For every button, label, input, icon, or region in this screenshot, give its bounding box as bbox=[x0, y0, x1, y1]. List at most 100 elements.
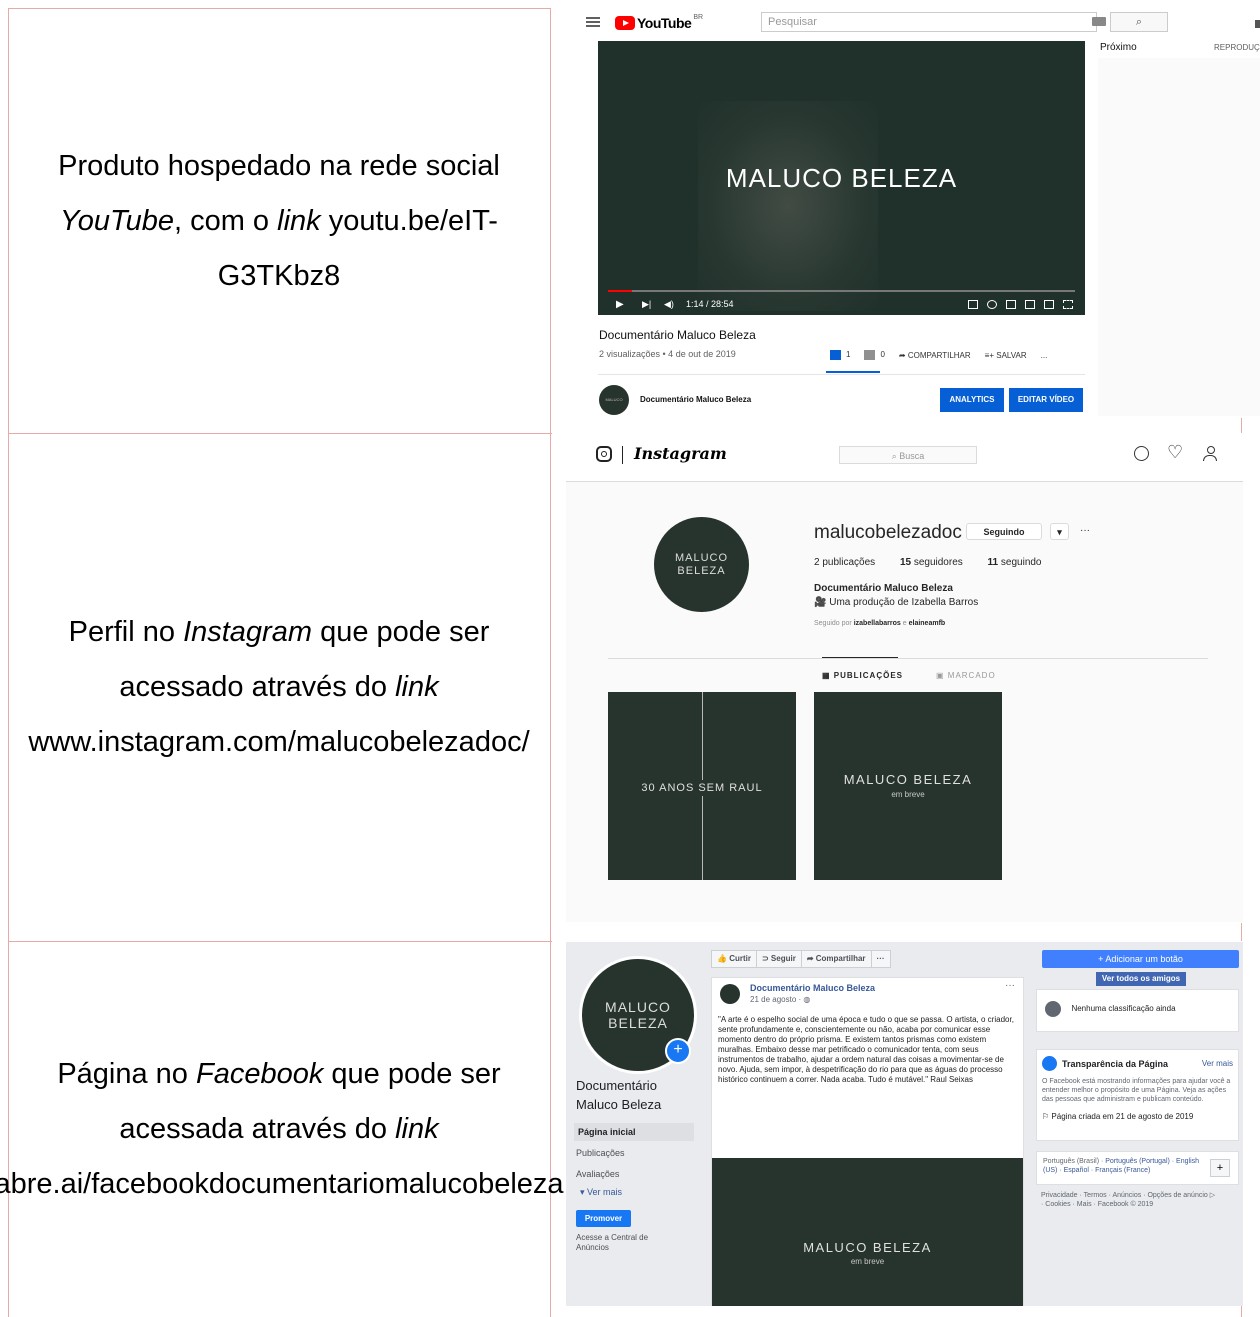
nav-see-more[interactable]: ▾ Ver mais bbox=[580, 1187, 622, 1198]
play-icon[interactable]: ▶ bbox=[616, 299, 624, 310]
page-created-text: Página criada em 21 de agosto de 2019 bbox=[1051, 1112, 1194, 1121]
follow-button[interactable]: ⊃ Seguir bbox=[755, 950, 802, 968]
options-icon[interactable]: ··· bbox=[1080, 525, 1090, 536]
youtube-search-input[interactable]: Pesquisar bbox=[761, 12, 1097, 32]
instagram-camera-icon[interactable] bbox=[596, 446, 612, 462]
tab-posts[interactable]: ▦ PUBLICAÇÕES bbox=[822, 671, 903, 680]
transparency-see-more[interactable]: Ver mais bbox=[1202, 1059, 1233, 1068]
dislike-button[interactable]: 0 bbox=[864, 350, 885, 360]
youtube-search-button[interactable]: ⌕ bbox=[1110, 12, 1168, 32]
channel-name[interactable]: Documentário Maluco Beleza bbox=[640, 395, 751, 404]
row-3-description: Página no Facebook que pode ser acessada… bbox=[0, 942, 564, 1317]
more-options-button[interactable]: ··· bbox=[870, 950, 891, 968]
profile-icon[interactable] bbox=[1203, 446, 1218, 462]
followed-by-user-1[interactable]: izabellabarros bbox=[854, 620, 901, 627]
search-icon: ⌕ bbox=[1135, 16, 1143, 28]
edit-video-button[interactable]: EDITAR VÍDEO bbox=[1009, 388, 1083, 412]
promote-button[interactable]: Promover bbox=[576, 1210, 631, 1227]
more-actions-button[interactable]: ... bbox=[1041, 351, 1048, 360]
youtube-logo[interactable]: YouTube BR bbox=[615, 14, 703, 32]
video-overlay-title: MALUCO BELEZA bbox=[725, 163, 958, 193]
description-fragment: link bbox=[395, 1113, 439, 1145]
like-page-button[interactable]: 👍 Curtir bbox=[711, 950, 757, 968]
share-page-button[interactable]: ➦ Compartilhar bbox=[800, 950, 872, 968]
autoplay-label[interactable]: REPRODUÇ bbox=[1214, 43, 1260, 52]
nav-reviews[interactable]: Avaliações bbox=[576, 1169, 619, 1179]
facebook-screenshot: MALUCO BELEZA + Documentário Maluco Belez… bbox=[566, 942, 1243, 1306]
menu-icon[interactable] bbox=[586, 17, 600, 28]
compass-icon[interactable] bbox=[1134, 446, 1149, 461]
divider bbox=[598, 374, 1085, 375]
camera-emoji-icon: 🎥 bbox=[814, 597, 830, 608]
post-options-button[interactable]: ··· bbox=[1005, 980, 1015, 991]
volume-icon[interactable]: ◀) bbox=[664, 299, 674, 310]
following-button[interactable]: Seguindo bbox=[966, 523, 1042, 540]
speech-bubble-icon bbox=[1045, 1000, 1061, 1017]
see-all-friends-button[interactable]: Ver todos os amigos bbox=[1096, 972, 1186, 986]
cast-screen-icon[interactable] bbox=[1044, 300, 1054, 309]
see-more-label: Ver mais bbox=[587, 1187, 623, 1197]
like-count: 1 bbox=[846, 350, 851, 360]
add-language-button[interactable]: + bbox=[1210, 1159, 1230, 1177]
post-thumbnail-2[interactable]: MALUCO BELEZA em breve bbox=[814, 692, 1002, 880]
fullscreen-icon[interactable] bbox=[1063, 300, 1073, 309]
ads-center-link[interactable]: Acesse a Central de Anúncios bbox=[576, 1233, 676, 1253]
profile-bio: 🎥 Uma produção de Izabella Barros bbox=[814, 597, 978, 608]
nav-home[interactable]: Página inicial bbox=[574, 1123, 694, 1141]
following-label: seguindo bbox=[1000, 557, 1042, 568]
bio-text: Uma produção de Izabella Barros bbox=[829, 597, 979, 608]
analytics-button[interactable]: ANALYTICS bbox=[940, 388, 1004, 412]
share-label: COMPARTILHAR bbox=[907, 350, 971, 360]
video-title: Documentário Maluco Beleza bbox=[599, 328, 756, 342]
fb-avatar-line-2: BELEZA bbox=[608, 1015, 668, 1031]
heart-icon[interactable]: ♡ bbox=[1167, 442, 1183, 463]
theater-icon[interactable] bbox=[1025, 300, 1035, 309]
save-button[interactable]: ≡+ SALVAR bbox=[985, 351, 1027, 360]
thumbs-up-icon: 👍 bbox=[717, 954, 730, 963]
channel-avatar[interactable]: MALUCO BELEZA bbox=[599, 385, 629, 415]
add-photo-icon[interactable]: + bbox=[665, 1038, 691, 1064]
followers-count[interactable]: 15 seguidores bbox=[900, 557, 963, 568]
video-progress-bar[interactable] bbox=[608, 290, 1075, 292]
post-author-avatar[interactable] bbox=[720, 984, 740, 1004]
video-player[interactable]: MALUCO BELEZA ▶ ▶| ◀) 1:14 / 28:54 bbox=[598, 41, 1085, 315]
dropdown-button[interactable]: ▾ bbox=[1050, 523, 1069, 540]
post-card: Documentário Maluco Beleza 21 de agosto … bbox=[711, 977, 1024, 1306]
table-right-mark-2 bbox=[1241, 923, 1242, 941]
nav-posts[interactable]: Publicações bbox=[576, 1148, 625, 1158]
next-icon[interactable]: ▶| bbox=[642, 299, 651, 310]
post-thumbnail-1[interactable]: 30 ANOS SEM RAUL bbox=[608, 692, 796, 880]
up-next-label: Próximo bbox=[1100, 42, 1137, 53]
post-author[interactable]: Documentário Maluco Beleza bbox=[750, 983, 875, 993]
followed-by-user-2[interactable]: elaineamfb bbox=[909, 620, 946, 627]
profile-avatar[interactable]: MALUCO BELEZA bbox=[654, 517, 749, 612]
page-name[interactable]: Documentário Maluco Beleza bbox=[576, 1076, 696, 1114]
add-button[interactable]: + Adicionar um botão bbox=[1042, 950, 1239, 968]
description-fragment: Perfil no bbox=[68, 616, 184, 648]
fb-avatar-line-1: MALUCO bbox=[605, 999, 671, 1015]
share-button[interactable]: ➦ COMPARTILHAR bbox=[899, 351, 971, 360]
dislike-count: 0 bbox=[880, 350, 885, 360]
player-right-controls bbox=[968, 300, 1073, 309]
subtitles-icon[interactable] bbox=[968, 300, 978, 309]
current-language: Português (Brasil) · bbox=[1043, 1158, 1106, 1165]
miniplayer-icon[interactable] bbox=[1006, 300, 1016, 309]
tab-tagged[interactable]: ▣ MARCADO bbox=[936, 671, 996, 680]
followers-number: 15 bbox=[899, 557, 912, 568]
following-count[interactable]: 11 seguindo bbox=[988, 557, 1042, 568]
video-time: 1:14 / 28:54 bbox=[686, 299, 734, 309]
post-image[interactable]: MALUCO BELEZA em breve bbox=[712, 1158, 1023, 1306]
instagram-wordmark[interactable]: Instagram bbox=[634, 444, 727, 463]
profile-full-name: Documentário Maluco Beleza bbox=[814, 583, 953, 594]
video-actions: 1 0 ➦ COMPARTILHAR ≡+ SALVAR ... bbox=[830, 350, 1047, 360]
like-button[interactable]: 1 bbox=[830, 350, 850, 360]
profile-stats: 2 publicações 15 seguidores 11 seguindo bbox=[814, 557, 1064, 568]
row-3-text: Página no Facebook que pode ser acessada… bbox=[0, 1047, 564, 1212]
footer-links[interactable]: Privacidade · Termos · Anúncios · Opções… bbox=[1041, 1191, 1216, 1209]
instagram-search-input[interactable]: ⌕ Busca bbox=[839, 446, 977, 464]
settings-icon[interactable] bbox=[987, 300, 997, 309]
keyboard-icon[interactable] bbox=[1092, 17, 1106, 26]
cast-icon[interactable] bbox=[1255, 20, 1260, 28]
posts-count[interactable]: 2 publicações bbox=[814, 557, 875, 568]
transparency-box: Transparência da Página Ver mais O Faceb… bbox=[1036, 1049, 1239, 1141]
